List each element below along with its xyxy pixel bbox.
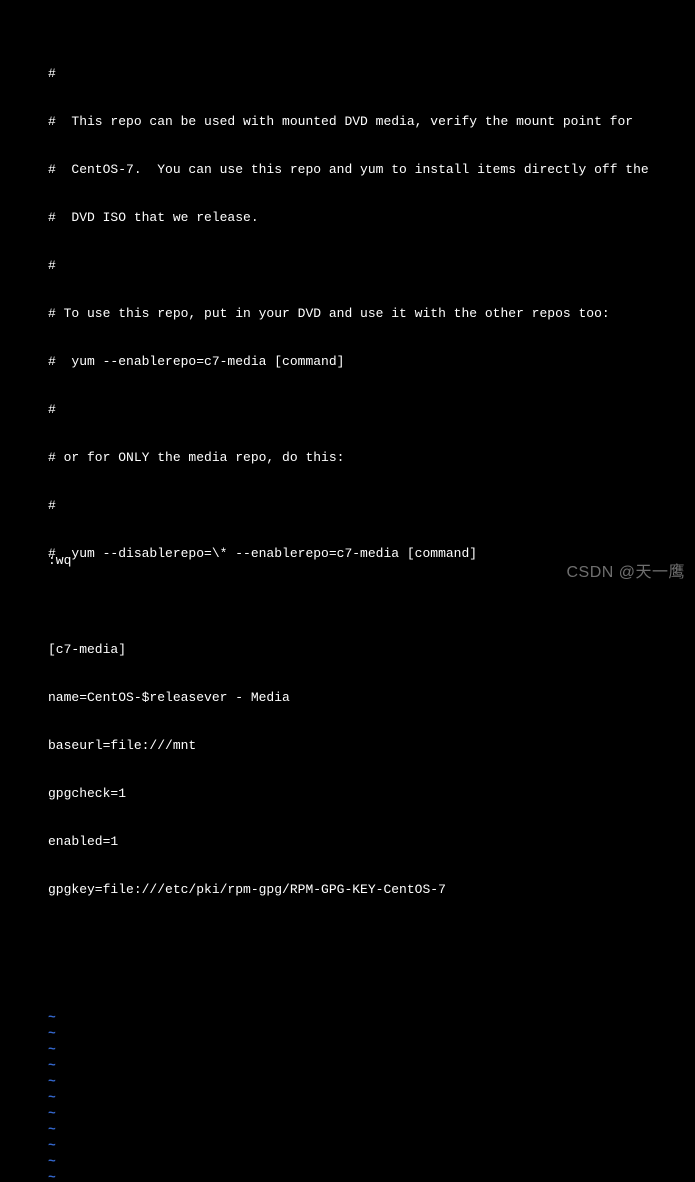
file-line [48,930,695,946]
file-line: # [48,402,695,418]
file-line: # [48,258,695,274]
vi-tilde-line: ~ [48,1122,695,1138]
file-line: # or for ONLY the media repo, do this: [48,450,695,466]
vi-command-line[interactable]: :wq [48,553,71,569]
vi-tilde-line: ~ [48,1154,695,1170]
vi-empty-lines: ~~~~~~~~~~~~~~~~ [48,1010,695,1182]
file-line: gpgkey=file:///etc/pki/rpm-gpg/RPM-GPG-K… [48,882,695,898]
file-line: # To use this repo, put in your DVD and … [48,306,695,322]
vi-tilde-line: ~ [48,1010,695,1026]
file-line: # This repo can be used with mounted DVD… [48,114,695,130]
vi-tilde-line: ~ [48,1058,695,1074]
vi-tilde-line: ~ [48,1074,695,1090]
file-line: # yum --disablerepo=\* --enablerepo=c7-m… [48,546,695,562]
vi-tilde-line: ~ [48,1042,695,1058]
file-line: name=CentOS-$releasever - Media [48,690,695,706]
file-line: [c7-media] [48,642,695,658]
file-content-area: # # This repo can be used with mounted D… [48,34,695,978]
vi-editor[interactable]: # # This repo can be used with mounted D… [0,0,695,1182]
vi-tilde-line: ~ [48,1090,695,1106]
file-line: # [48,498,695,514]
file-line: baseurl=file:///mnt [48,738,695,754]
vi-tilde-line: ~ [48,1106,695,1122]
file-line: enabled=1 [48,834,695,850]
file-line: # CentOS-7. You can use this repo and yu… [48,162,695,178]
file-line: # [48,66,695,82]
file-line [48,594,695,610]
vi-tilde-line: ~ [48,1026,695,1042]
file-line: # DVD ISO that we release. [48,210,695,226]
vi-tilde-line: ~ [48,1170,695,1182]
file-line: # yum --enablerepo=c7-media [command] [48,354,695,370]
file-line: gpgcheck=1 [48,786,695,802]
vi-tilde-line: ~ [48,1138,695,1154]
